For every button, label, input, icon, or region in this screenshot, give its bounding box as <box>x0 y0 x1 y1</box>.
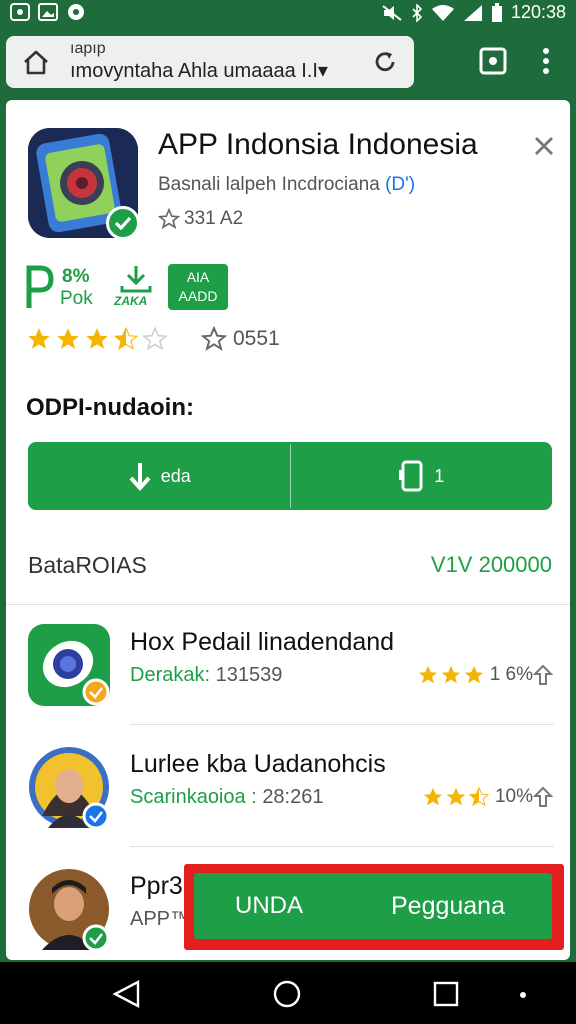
star-full-icon <box>423 787 443 806</box>
status-time: 120:38 <box>510 2 566 22</box>
gallery-icon <box>38 3 58 21</box>
cta-highlight: UNDA Pegguana <box>184 864 564 950</box>
bluetooth-icon <box>412 3 423 22</box>
avatar <box>29 747 110 828</box>
battery-icon <box>491 2 502 22</box>
url-line-2: ımovyntaha Ahla umaaaa I.I▾ <box>70 60 328 82</box>
star-full-icon <box>446 787 466 806</box>
star-outline-icon <box>201 326 227 351</box>
item-title: Ppr3 <box>130 872 183 900</box>
reload-icon[interactable] <box>372 49 398 75</box>
badge-zaka: ZAKA <box>114 294 148 308</box>
browser-toolbar: ıapıp ımovyntaha Ahla umaaaa I.I▾ <box>0 26 576 96</box>
item-rating: 1 6% <box>417 664 554 686</box>
system-nav-bar <box>0 962 576 1024</box>
item-title: Lurlee kba Uadanohcis <box>130 750 386 778</box>
app-rating-summary: 331 A2 <box>158 208 243 230</box>
status-bar: 120:38 <box>0 0 576 26</box>
more-options-icon[interactable] <box>536 46 556 76</box>
star-full-icon <box>57 328 79 349</box>
share-icon[interactable] <box>533 786 553 808</box>
badge-box: AIA AADD <box>168 264 228 310</box>
close-icon[interactable] <box>532 134 556 158</box>
badge-percent: 8% <box>62 266 90 287</box>
star-empty-icon <box>142 326 168 351</box>
list-header-version: V1V 200000 <box>430 552 552 577</box>
list-header-title: BataROIAS <box>28 552 147 578</box>
action-bar: eda 1 <box>28 442 552 510</box>
star-full-icon <box>418 665 437 684</box>
notification-icon <box>10 3 30 21</box>
item-meta: APP™ <box>130 908 191 930</box>
list-divider <box>6 604 570 605</box>
item-meta: Derakak: 131539 <box>130 664 283 686</box>
tabs-icon[interactable] <box>478 46 508 76</box>
url-bar[interactable]: ıapıp ımovyntaha Ahla umaaaa I.I▾ <box>6 36 414 88</box>
star-half-icon <box>113 326 139 350</box>
rating-stars-row: 0551 <box>26 326 280 352</box>
share-icon[interactable] <box>533 664 553 686</box>
avatar <box>29 869 110 950</box>
item-rating: 10% <box>422 786 554 808</box>
nav-dot-icon <box>520 992 526 998</box>
open-app-button[interactable]: 1 <box>291 442 553 510</box>
section-title: ODPI-nudaoin: <box>26 394 194 421</box>
wifi-icon <box>431 4 454 21</box>
back-icon[interactable] <box>112 980 142 1008</box>
badge-pok: Pok <box>60 288 93 309</box>
star-half-icon <box>468 786 490 807</box>
download-arrow-icon <box>129 463 151 491</box>
phone-icon <box>399 460 423 492</box>
cta-button[interactable]: UNDA Pegguana <box>194 873 552 939</box>
download-badge-icon <box>120 266 152 293</box>
home-icon[interactable] <box>22 48 50 76</box>
app-thumbnail <box>28 624 110 706</box>
list-item[interactable]: Hox Pedail linadendand Derakak: 131539 1… <box>6 624 570 746</box>
star-full-icon <box>441 665 460 684</box>
url-line-1: ıapıp <box>70 40 106 57</box>
verified-icon <box>106 206 140 240</box>
app-card: APP Indonsia Indonesia Basnali lalpeh In… <box>6 100 570 960</box>
star-full-icon <box>464 665 483 684</box>
signal-icon <box>463 4 482 21</box>
list-item[interactable]: Lurlee kba Uadanohcis Scarinkaoioa : 28:… <box>6 746 570 868</box>
rating-count: 0551 <box>201 326 280 352</box>
cta-right-label[interactable]: Pegguana <box>344 892 552 921</box>
app-subtitle: Basnali lalpeh Incdrociana (D') <box>158 174 416 195</box>
app-title: APP Indonsia Indonesia <box>158 128 478 161</box>
star-full-icon <box>28 328 50 349</box>
status-dot-icon <box>68 4 84 20</box>
star-full-icon <box>86 328 108 349</box>
star-outline-icon <box>158 208 180 230</box>
item-meta: Scarinkaoioa : 28:261 <box>130 786 324 808</box>
item-separator <box>130 846 554 847</box>
mute-icon <box>382 4 402 21</box>
download-button[interactable]: eda <box>28 442 290 510</box>
item-title: Hox Pedail linadendand <box>130 628 395 656</box>
p-badge-icon <box>26 265 54 308</box>
item-separator <box>130 724 554 725</box>
cta-left-label[interactable]: UNDA <box>194 892 344 920</box>
recent-apps-icon[interactable] <box>432 980 460 1008</box>
home-nav-icon[interactable] <box>272 979 302 1009</box>
